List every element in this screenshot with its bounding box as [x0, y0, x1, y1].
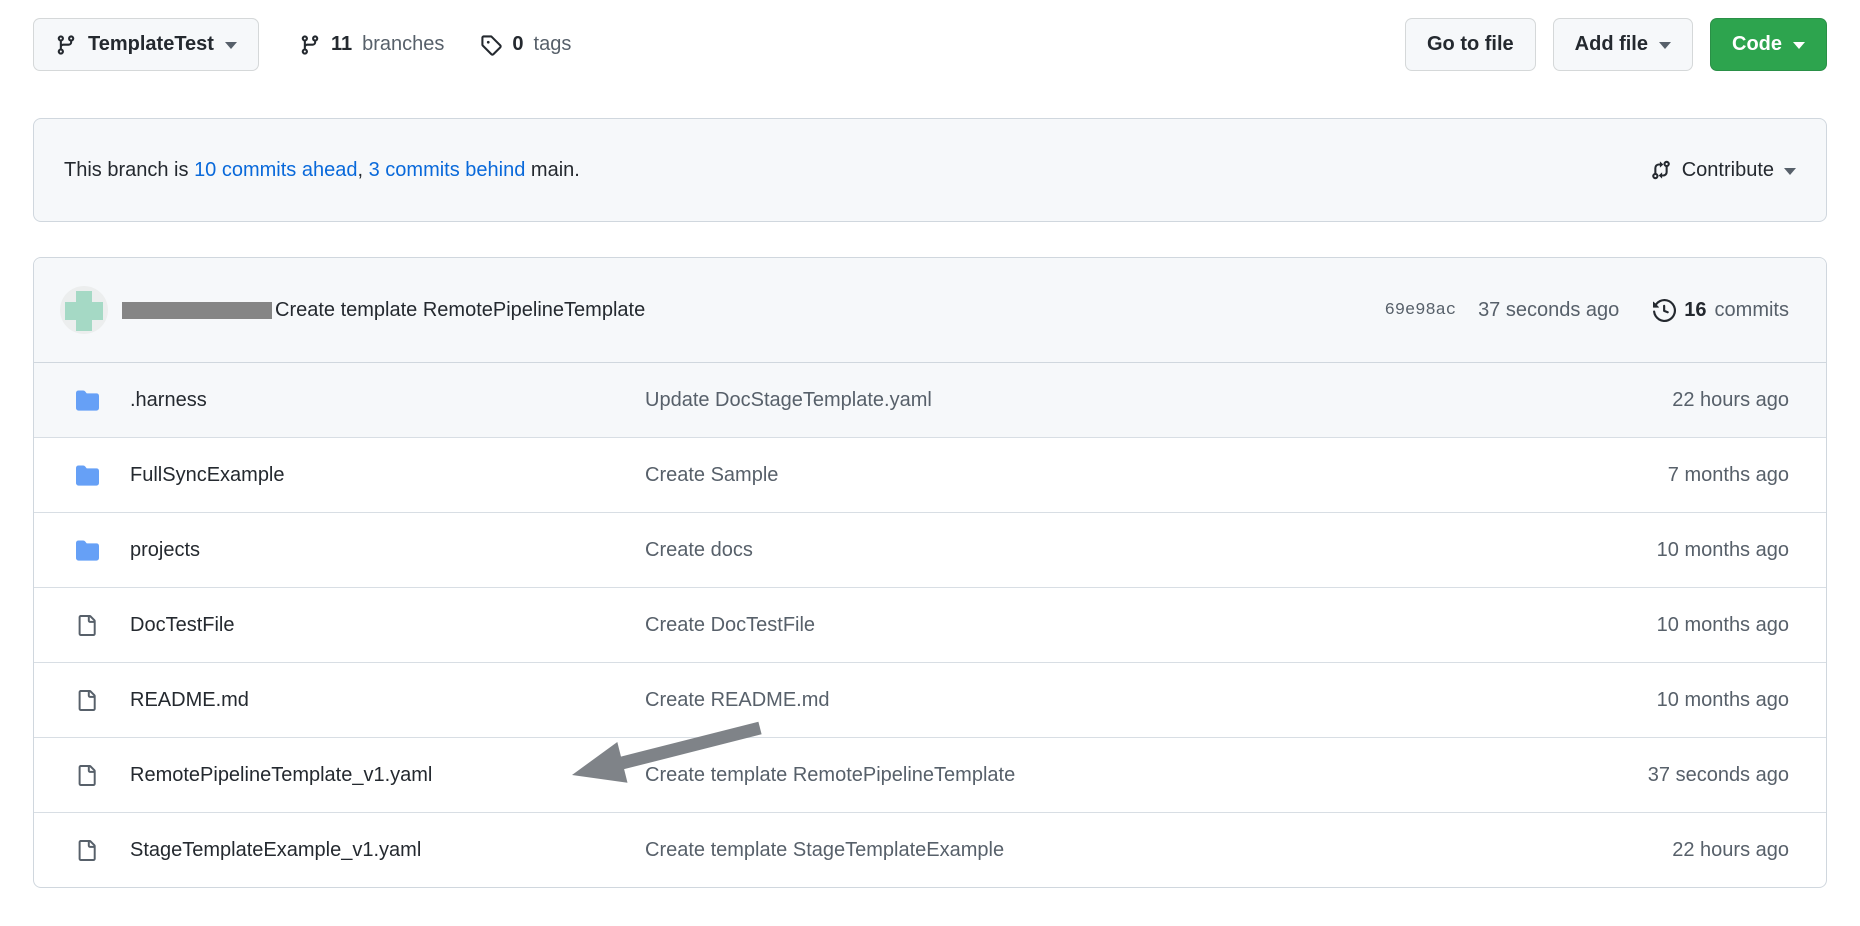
file-name-link[interactable]: projects: [130, 539, 645, 562]
commits-ahead-link[interactable]: 10 commits ahead: [194, 159, 357, 181]
file-browser-box: Create template RemotePipelineTemplate 6…: [33, 257, 1827, 888]
icon-cell: [76, 389, 130, 412]
last-modified-time: 7 months ago: [1569, 464, 1789, 487]
latest-commit-message-link[interactable]: Create template RemotePipelineTemplate: [275, 299, 645, 322]
icon-cell: [76, 690, 130, 711]
git-compare-icon: [1650, 159, 1672, 181]
contribute-button[interactable]: Contribute: [1650, 159, 1796, 182]
tags-stat[interactable]: 0 tags: [480, 33, 571, 56]
author-name-redaction: [122, 302, 272, 319]
caret-down-icon: [1784, 168, 1796, 175]
contribute-label: Contribute: [1682, 159, 1774, 182]
go-to-file-button[interactable]: Go to file: [1405, 18, 1536, 71]
commit-message-link[interactable]: Create DocTestFile: [645, 614, 1569, 637]
history-clock-icon: [1653, 299, 1676, 322]
icon-cell: [76, 539, 130, 562]
identicon-shape: [65, 302, 103, 320]
commit-message-link[interactable]: Update DocStageTemplate.yaml: [645, 389, 1569, 412]
folder-icon: [76, 539, 99, 562]
commit-message-link[interactable]: Create template RemotePipelineTemplate: [645, 764, 1569, 787]
file-row: StageTemplateExample_v1.yaml Create temp…: [34, 812, 1826, 887]
current-branch-label: TemplateTest: [88, 33, 214, 56]
file-name-link[interactable]: DocTestFile: [130, 614, 645, 637]
last-modified-time: 10 months ago: [1569, 539, 1789, 562]
file-icon: [76, 765, 97, 786]
last-modified-time: 10 months ago: [1569, 614, 1789, 637]
commit-timestamp: 37 seconds ago: [1478, 299, 1619, 322]
icon-cell: [76, 840, 130, 861]
icon-cell: [76, 464, 130, 487]
commit-message-link[interactable]: Create README.md: [645, 689, 1569, 712]
banner-suffix: main.: [525, 159, 579, 181]
file-icon: [76, 690, 97, 711]
tags-label: tags: [534, 33, 572, 56]
code-button[interactable]: Code: [1710, 18, 1827, 71]
git-branch-icon: [299, 34, 321, 56]
folder-icon: [76, 389, 99, 412]
file-name-link[interactable]: StageTemplateExample_v1.yaml: [130, 839, 645, 862]
file-icon: [76, 840, 97, 861]
last-modified-time: 10 months ago: [1569, 689, 1789, 712]
banner-separator: ,: [357, 159, 368, 181]
file-row: FullSyncExample Create Sample 7 months a…: [34, 437, 1826, 512]
commit-hash-link[interactable]: 69e98ac: [1385, 301, 1456, 320]
branch-status-text: This branch is 10 commits ahead, 3 commi…: [64, 159, 580, 182]
author-avatar[interactable]: [60, 286, 108, 334]
commit-message-link[interactable]: Create docs: [645, 539, 1569, 562]
last-modified-time: 37 seconds ago: [1569, 764, 1789, 787]
last-modified-time: 22 hours ago: [1569, 839, 1789, 862]
file-row: DocTestFile Create DocTestFile 10 months…: [34, 587, 1826, 662]
branch-status-banner: This branch is 10 commits ahead, 3 commi…: [33, 118, 1827, 222]
file-list: .harness Update DocStageTemplate.yaml 22…: [34, 363, 1826, 887]
file-name-link[interactable]: README.md: [130, 689, 645, 712]
repo-toolbar: TemplateTest 11 branches 0 tags Go to fi…: [33, 18, 1827, 71]
file-row: RemotePipelineTemplate_v1.yaml Create te…: [34, 737, 1826, 812]
commit-message-link[interactable]: Create template StageTemplateExample: [645, 839, 1569, 862]
commit-count: 16: [1684, 299, 1706, 322]
commit-history-link[interactable]: 16 commits: [1653, 299, 1789, 322]
branch-selector-button[interactable]: TemplateTest: [33, 18, 259, 71]
file-name-link[interactable]: RemotePipelineTemplate_v1.yaml: [130, 764, 645, 787]
commit-count-label: commits: [1715, 299, 1789, 322]
file-name-link[interactable]: .harness: [130, 389, 645, 412]
tags-count: 0: [512, 33, 523, 56]
folder-icon: [76, 464, 99, 487]
branches-stat[interactable]: 11 branches: [299, 33, 444, 56]
file-row: projects Create docs 10 months ago: [34, 512, 1826, 587]
caret-down-icon: [225, 42, 237, 49]
caret-down-icon: [1659, 42, 1671, 49]
file-row: .harness Update DocStageTemplate.yaml 22…: [34, 363, 1826, 437]
file-icon: [76, 615, 97, 636]
file-name-link[interactable]: FullSyncExample: [130, 464, 645, 487]
caret-down-icon: [1793, 42, 1805, 49]
toolbar-actions: Go to file Add file Code: [1405, 18, 1827, 71]
latest-commit-header: Create template RemotePipelineTemplate 6…: [34, 258, 1826, 363]
commit-message-link[interactable]: Create Sample: [645, 464, 1569, 487]
banner-prefix: This branch is: [64, 159, 194, 181]
branches-count: 11: [331, 33, 352, 56]
add-file-button[interactable]: Add file: [1553, 18, 1693, 71]
code-label: Code: [1732, 33, 1782, 56]
go-to-file-label: Go to file: [1427, 33, 1514, 56]
last-modified-time: 22 hours ago: [1569, 389, 1789, 412]
latest-commit-meta: 69e98ac 37 seconds ago 16 commits: [1385, 299, 1789, 322]
add-file-label: Add file: [1575, 33, 1648, 56]
commits-behind-link[interactable]: 3 commits behind: [369, 159, 526, 181]
tag-icon: [480, 34, 502, 56]
file-row: README.md Create README.md 10 months ago: [34, 662, 1826, 737]
branches-label: branches: [362, 33, 444, 56]
icon-cell: [76, 615, 130, 636]
icon-cell: [76, 765, 130, 786]
git-branch-icon: [55, 34, 77, 56]
